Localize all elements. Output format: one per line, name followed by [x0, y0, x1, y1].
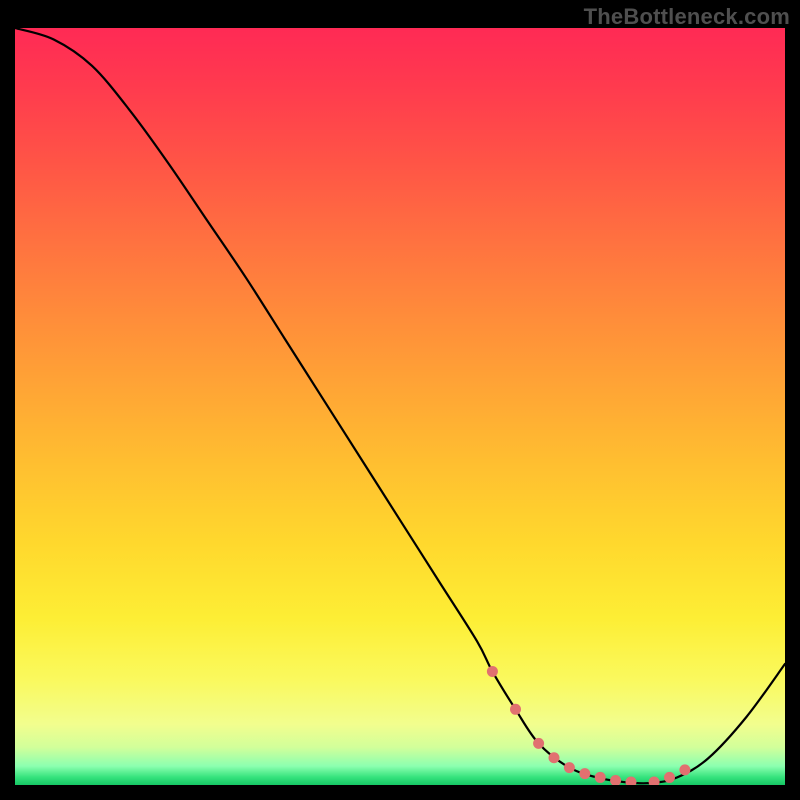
curve-overlay — [15, 28, 785, 785]
chart-stage: TheBottleneck.com — [0, 0, 800, 800]
sweet-spot-dot — [610, 775, 621, 785]
sweet-spot-dot — [533, 738, 544, 749]
watermark-text: TheBottleneck.com — [584, 4, 790, 30]
sweet-spot-dot — [564, 762, 575, 773]
sweet-spot-dot — [549, 752, 560, 763]
sweet-spot-dot — [595, 772, 606, 783]
sweet-spot-markers — [487, 666, 691, 785]
sweet-spot-dot — [487, 666, 498, 677]
bottleneck-curve — [15, 28, 785, 783]
sweet-spot-dot — [679, 764, 690, 775]
sweet-spot-dot — [510, 704, 521, 715]
sweet-spot-dot — [649, 776, 660, 785]
sweet-spot-dot — [626, 776, 637, 785]
sweet-spot-dot — [579, 768, 590, 779]
sweet-spot-dot — [664, 772, 675, 783]
plot-area — [15, 28, 785, 785]
